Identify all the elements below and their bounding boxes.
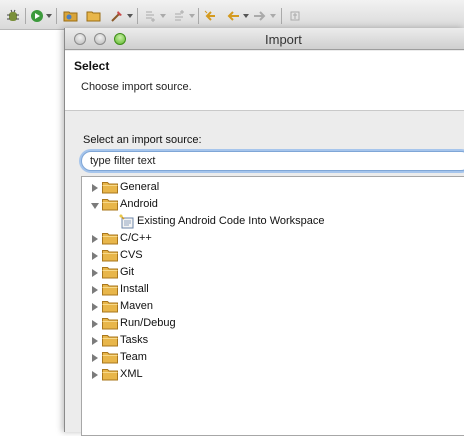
import-source-label: Select an import source:: [83, 134, 202, 146]
tree-item-label: Maven: [120, 300, 154, 312]
next-annotation-icon[interactable]: [143, 9, 157, 23]
debug-icon[interactable]: [6, 9, 20, 23]
import-wizard-icon: [119, 214, 135, 229]
tree-item-label: Team: [120, 351, 147, 363]
tree-item-label: Android: [120, 198, 158, 210]
forward-icon[interactable]: [253, 9, 267, 23]
toolbar-separator: [198, 8, 199, 24]
previous-annotation-dropdown-icon[interactable]: [189, 14, 195, 18]
expand-icon[interactable]: [92, 235, 98, 243]
tree-item-label: Install: [120, 283, 149, 295]
tree-item-label: Existing Android Code Into Workspace: [137, 215, 325, 227]
run-dropdown-icon[interactable]: [46, 14, 52, 18]
toolbar-separator: [56, 8, 57, 24]
expand-icon[interactable]: [92, 354, 98, 362]
expand-icon[interactable]: [92, 320, 98, 328]
new-folder-icon[interactable]: [86, 9, 101, 23]
previous-annotation-icon[interactable]: [172, 9, 186, 23]
tree-item-label: CVS: [120, 249, 143, 261]
wizard-header-title: Select: [74, 59, 110, 73]
forward-dropdown-icon[interactable]: [270, 14, 276, 18]
open-folder-icon[interactable]: [63, 9, 78, 23]
tree-item-maven[interactable]: Maven: [82, 298, 462, 315]
tree-item-android[interactable]: Android: [82, 196, 462, 213]
zoom-window-button[interactable]: [114, 33, 126, 45]
tree-item-cvs[interactable]: CVS: [82, 247, 462, 264]
expand-icon[interactable]: [92, 286, 98, 294]
expand-icon[interactable]: [92, 269, 98, 277]
close-window-button[interactable]: [74, 33, 86, 45]
dialog-title: Import: [265, 32, 302, 47]
minimize-window-button[interactable]: [94, 33, 106, 45]
back-icon[interactable]: [226, 9, 240, 23]
external-tools-icon[interactable]: [110, 9, 124, 23]
import-source-tree[interactable]: General Android Existing Android Code In…: [81, 176, 464, 436]
tree-item-git[interactable]: Git: [82, 264, 462, 281]
tree-item-tasks[interactable]: Tasks: [82, 332, 462, 349]
tree-item-label: Git: [120, 266, 135, 278]
tree-item-team[interactable]: Team: [82, 349, 462, 366]
tree-item-install[interactable]: Install: [82, 281, 462, 298]
main-toolbar: [0, 0, 464, 30]
editor-background: [0, 31, 62, 432]
folder-icon: [102, 317, 118, 330]
expand-icon[interactable]: [92, 337, 98, 345]
folder-icon: [102, 300, 118, 313]
toolbar-separator: [137, 8, 138, 24]
wizard-header-description: Choose import source.: [81, 81, 192, 93]
tree-item-c-cpp[interactable]: C/C++: [82, 230, 462, 247]
folder-icon: [102, 181, 118, 194]
dialog-titlebar: Import: [65, 28, 464, 50]
expand-icon[interactable]: [92, 371, 98, 379]
folder-icon: [102, 334, 118, 347]
filter-input[interactable]: [81, 151, 464, 171]
tree-item-label: Run/Debug: [120, 317, 176, 329]
tree-item-label: C/C++: [120, 232, 152, 244]
folder-icon: [102, 283, 118, 296]
back-dropdown-icon[interactable]: [243, 14, 249, 18]
tree-item-label: XML: [120, 368, 143, 380]
external-tools-dropdown-icon[interactable]: [127, 14, 133, 18]
toolbar-separator: [281, 8, 282, 24]
tree-item-general[interactable]: General: [82, 179, 462, 196]
folder-icon: [102, 198, 118, 211]
folder-icon: [102, 368, 118, 381]
expand-icon[interactable]: [92, 184, 98, 192]
import-dialog: Import Select Choose import source. Sele…: [64, 28, 464, 436]
tree-item-label: General: [120, 181, 160, 193]
pin-icon[interactable]: [288, 9, 302, 23]
last-edit-icon[interactable]: [203, 9, 217, 23]
run-icon[interactable]: [30, 9, 44, 23]
wizard-header: Select Choose import source.: [65, 51, 464, 111]
folder-icon: [102, 266, 118, 279]
tree-item-existing-android-code[interactable]: Existing Android Code Into Workspace: [82, 213, 462, 230]
tree-item-label: Tasks: [120, 334, 149, 346]
expand-icon[interactable]: [92, 252, 98, 260]
toolbar-separator: [25, 8, 26, 24]
tree-item-xml[interactable]: XML: [82, 366, 462, 383]
folder-icon: [102, 351, 118, 364]
next-annotation-dropdown-icon[interactable]: [160, 14, 166, 18]
folder-icon: [102, 232, 118, 245]
collapse-icon[interactable]: [91, 203, 99, 209]
folder-icon: [102, 249, 118, 262]
tree-item-run-debug[interactable]: Run/Debug: [82, 315, 462, 332]
expand-icon[interactable]: [92, 303, 98, 311]
